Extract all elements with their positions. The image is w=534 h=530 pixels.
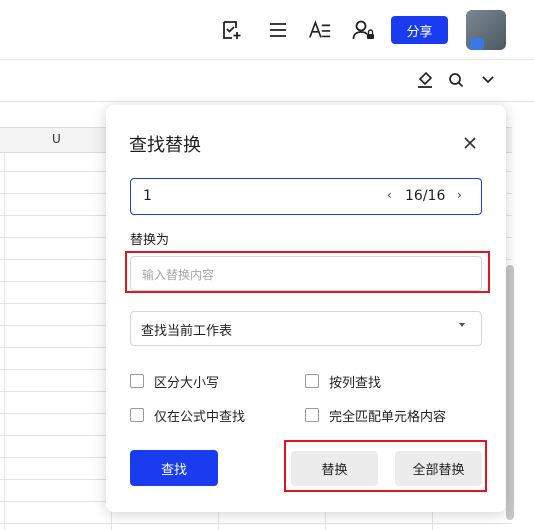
option-label: 区分大小写 xyxy=(154,375,220,391)
avatar-badge xyxy=(470,38,484,50)
share-button[interactable]: 分享 xyxy=(391,16,448,44)
highlight-icon[interactable] xyxy=(413,68,437,92)
checkbox-match-case[interactable] xyxy=(130,374,144,388)
option-formulas-only[interactable]: 仅在公式中查找 xyxy=(130,406,246,425)
option-label: 仅在公式中查找 xyxy=(154,409,246,425)
option-match-case[interactable]: 区分大小写 xyxy=(130,372,220,391)
column-header-u[interactable]: U xyxy=(52,132,61,146)
option-whole-cell-match[interactable]: 完全匹配单元格内容 xyxy=(305,406,447,425)
prev-match-button[interactable]: ‹ xyxy=(387,188,392,202)
search-input[interactable]: 1 ‹ 16/16 › xyxy=(130,178,482,215)
scope-select[interactable]: 查找当前工作表 xyxy=(130,311,482,346)
find-button[interactable]: 查找 xyxy=(130,450,218,486)
match-count: 16/16 xyxy=(405,188,446,204)
close-icon[interactable] xyxy=(462,135,478,151)
top-toolbar: 分享 xyxy=(0,0,534,60)
text-format-icon[interactable] xyxy=(308,18,332,42)
option-label: 按列查找 xyxy=(329,375,382,391)
checkbox-formulas-only[interactable] xyxy=(130,408,144,422)
search-icon[interactable] xyxy=(444,68,468,92)
checkbox-whole-cell-match[interactable] xyxy=(305,408,319,422)
option-search-by-column[interactable]: 按列查找 xyxy=(305,372,382,391)
caret-down-icon xyxy=(459,323,465,327)
option-label: 完全匹配单元格内容 xyxy=(329,409,447,425)
next-match-button[interactable]: › xyxy=(457,188,462,202)
secondary-toolbar xyxy=(0,60,534,102)
checkbox-search-by-column[interactable] xyxy=(305,374,319,388)
dialog-title: 查找替换 xyxy=(129,135,201,156)
highlight-box-replace-buttons xyxy=(284,440,487,492)
scope-select-value: 查找当前工作表 xyxy=(141,324,233,339)
checklist-add-icon[interactable] xyxy=(220,18,244,42)
vertical-scrollbar[interactable] xyxy=(506,265,514,520)
user-permission-icon[interactable] xyxy=(352,18,376,42)
chevron-down-icon[interactable] xyxy=(476,68,500,92)
highlight-box-replace-input xyxy=(125,251,490,293)
replace-label: 替换为 xyxy=(130,233,170,248)
search-input-value: 1 xyxy=(143,188,152,204)
menu-icon[interactable] xyxy=(266,18,290,42)
